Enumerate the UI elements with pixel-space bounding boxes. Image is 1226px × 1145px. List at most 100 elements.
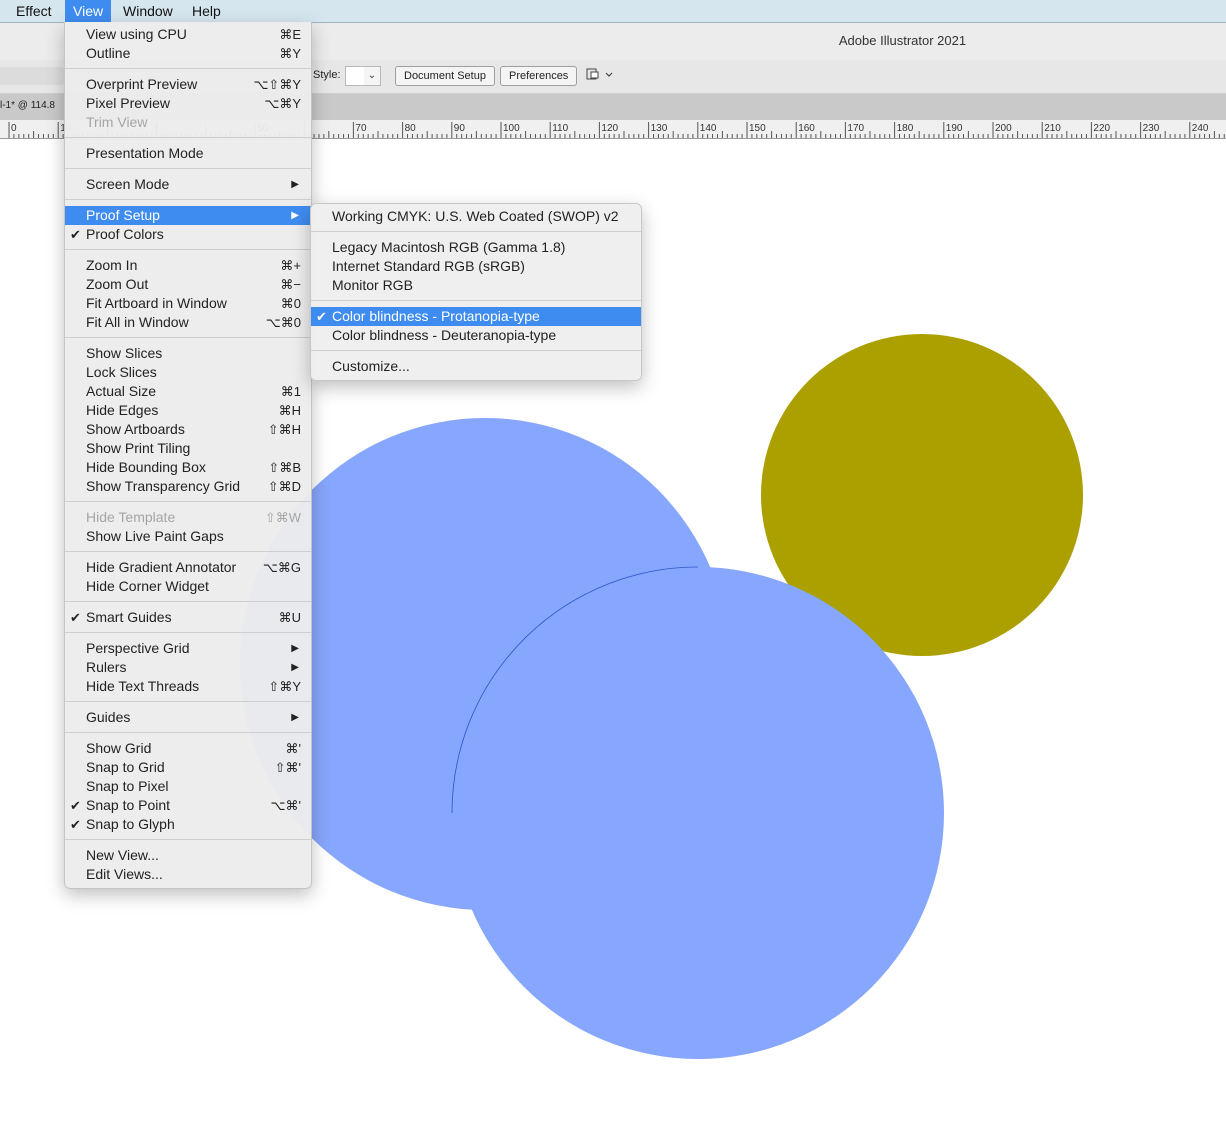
menu-item-edit-views[interactable]: Edit Views... — [65, 865, 311, 884]
submenu-arrow-icon: ▶ — [291, 643, 299, 654]
menu-item-zoom-in[interactable]: Zoom In ⌘+ — [65, 256, 311, 275]
menu-item-rulers[interactable]: Rulers ▶ — [65, 658, 311, 677]
menu-item-outline[interactable]: Outline ⌘Y — [65, 44, 311, 63]
submenu-item-working-cmyk-u-s-web-coated-swop-v2[interactable]: Working CMYK: U.S. Web Coated (SWOP) v2 — [311, 207, 641, 226]
menu-item-shortcut: ⌘E — [279, 27, 301, 42]
menu-window[interactable]: Window — [115, 0, 181, 22]
menu-item-view-using-cpu[interactable]: View using CPU ⌘E — [65, 25, 311, 44]
menu-item-show-grid[interactable]: Show Grid ⌘' — [65, 739, 311, 758]
checkmark-icon: ✔ — [70, 798, 81, 813]
menu-item-snap-to-glyph[interactable]: ✔ Snap to Glyph — [65, 815, 311, 834]
style-dropdown[interactable]: ⌄ — [364, 66, 381, 86]
arrange-documents-icon[interactable] — [586, 67, 616, 83]
submenu-item-label: Customize... — [332, 358, 410, 374]
menu-item-overprint-preview[interactable]: Overprint Preview ⌥⇧⌘Y — [65, 75, 311, 94]
menu-item-hide-bounding-box[interactable]: Hide Bounding Box ⇧⌘B — [65, 458, 311, 477]
checkmark-icon: ✔ — [70, 227, 81, 242]
menu-item-pixel-preview[interactable]: Pixel Preview ⌥⌘Y — [65, 94, 311, 113]
ruler-label: 150 — [749, 123, 766, 134]
menu-item-zoom-out[interactable]: Zoom Out ⌘− — [65, 275, 311, 294]
menu-item-snap-to-point[interactable]: ✔ Snap to Point ⌥⌘' — [65, 796, 311, 815]
ruler-label: 120 — [601, 123, 618, 134]
menu-separator — [65, 601, 311, 602]
menu-item-label: Screen Mode — [86, 176, 170, 192]
menu-item-hide-gradient-annotator[interactable]: Hide Gradient Annotator ⌥⌘G — [65, 558, 311, 577]
menu-item-proof-setup[interactable]: Proof Setup ▶ — [65, 206, 311, 225]
submenu-item-label: Internet Standard RGB (sRGB) — [332, 258, 525, 274]
menu-item-label: View using CPU — [86, 26, 187, 42]
menu-separator — [65, 632, 311, 633]
menu-item-label: Overprint Preview — [86, 76, 198, 92]
menu-item-hide-edges[interactable]: Hide Edges ⌘H — [65, 401, 311, 420]
menu-item-smart-guides[interactable]: ✔ Smart Guides ⌘U — [65, 608, 311, 627]
ruler-label: 140 — [700, 123, 717, 134]
menu-item-guides[interactable]: Guides ▶ — [65, 708, 311, 727]
blue-circle-front[interactable] — [452, 567, 944, 1059]
menu-item-lock-slices[interactable]: Lock Slices — [65, 363, 311, 382]
menu-separator — [65, 68, 311, 69]
menu-item-screen-mode[interactable]: Screen Mode ▶ — [65, 175, 311, 194]
menu-item-label: Zoom Out — [86, 276, 149, 292]
preferences-button[interactable]: Preferences — [500, 66, 578, 86]
menu-item-snap-to-grid[interactable]: Snap to Grid ⇧⌘' — [65, 758, 311, 777]
menu-item-shortcut: ⌘U — [278, 610, 301, 625]
submenu-item-label: Color blindness - Protanopia-type — [332, 308, 540, 324]
menu-item-new-view[interactable]: New View... — [65, 846, 311, 865]
menu-item-label: Fit Artboard in Window — [86, 295, 227, 311]
menu-item-shortcut: ⌘Y — [279, 46, 301, 61]
submenu-arrow-icon: ▶ — [291, 210, 299, 221]
ruler-label: 80 — [405, 123, 417, 134]
submenu-item-color-blindness-deuteranopia-type[interactable]: Color blindness - Deuteranopia-type — [311, 326, 641, 345]
submenu-separator — [311, 350, 641, 351]
submenu-item-customize[interactable]: Customize... — [311, 357, 641, 376]
submenu-item-color-blindness-protanopia-type[interactable]: ✔ Color blindness - Protanopia-type — [311, 307, 641, 326]
menu-item-snap-to-pixel[interactable]: Snap to Pixel — [65, 777, 311, 796]
submenu-item-monitor-rgb[interactable]: Monitor RGB — [311, 276, 641, 295]
menu-item-label: Perspective Grid — [86, 640, 190, 656]
menu-item-label: Snap to Grid — [86, 759, 165, 775]
menu-separator — [65, 732, 311, 733]
menu-item-hide-corner-widget[interactable]: Hide Corner Widget — [65, 577, 311, 596]
menu-item-label: Actual Size — [86, 383, 157, 399]
ruler-label: 210 — [1044, 123, 1061, 134]
menu-item-show-slices[interactable]: Show Slices — [65, 344, 311, 363]
menu-item-actual-size[interactable]: Actual Size ⌘1 — [65, 382, 311, 401]
submenu-arrow-icon: ▶ — [291, 662, 299, 673]
ruler-label: 100 — [503, 123, 520, 134]
menu-item-label: Proof Colors — [86, 226, 164, 242]
menu-item-proof-colors[interactable]: ✔ Proof Colors — [65, 225, 311, 244]
menu-item-fit-artboard-in-window[interactable]: Fit Artboard in Window ⌘0 — [65, 294, 311, 313]
menu-item-show-transparency-grid[interactable]: Show Transparency Grid ⇧⌘D — [65, 477, 311, 496]
menu-item-label: Show Print Tiling — [86, 440, 191, 456]
submenu-item-legacy-macintosh-rgb-gamma-1-8[interactable]: Legacy Macintosh RGB (Gamma 1.8) — [311, 238, 641, 257]
menu-item-show-artboards[interactable]: Show Artboards ⇧⌘H — [65, 420, 311, 439]
menu-help[interactable]: Help — [184, 0, 229, 22]
menu-separator — [65, 168, 311, 169]
menu-item-perspective-grid[interactable]: Perspective Grid ▶ — [65, 639, 311, 658]
menu-item-hide-template: Hide Template ⇧⌘W — [65, 508, 311, 527]
submenu-arrow-icon: ▶ — [291, 712, 299, 723]
menu-item-shortcut: ⌥⌘Y — [264, 96, 301, 111]
style-label: Style: — [313, 69, 341, 81]
menu-effect[interactable]: Effect — [8, 0, 60, 22]
submenu-separator — [311, 300, 641, 301]
control-bar-dropdown[interactable] — [0, 67, 64, 85]
submenu-item-internet-standard-rgb-srgb[interactable]: Internet Standard RGB (sRGB) — [311, 257, 641, 276]
menu-view[interactable]: View — [65, 0, 112, 22]
menu-item-fit-all-in-window[interactable]: Fit All in Window ⌥⌘0 — [65, 313, 311, 332]
document-tab-label[interactable]: l-1* @ 114.8 — [0, 100, 55, 111]
menu-item-label: Hide Bounding Box — [86, 459, 206, 475]
menu-item-hide-text-threads[interactable]: Hide Text Threads ⇧⌘Y — [65, 677, 311, 696]
menu-item-shortcut: ⇧⌘D — [267, 479, 301, 494]
menu-item-shortcut: ⌥⌘0 — [265, 315, 301, 330]
menu-item-label: Trim View — [86, 114, 148, 130]
menu-item-show-live-paint-gaps[interactable]: Show Live Paint Gaps — [65, 527, 311, 546]
chevron-down-icon: ⌄ — [367, 70, 377, 81]
document-setup-button[interactable]: Document Setup — [395, 66, 495, 86]
menu-item-shortcut: ⇧⌘H — [267, 422, 301, 437]
style-swatch[interactable] — [345, 66, 365, 86]
menu-item-presentation-mode[interactable]: Presentation Mode — [65, 144, 311, 163]
menu-item-show-print-tiling[interactable]: Show Print Tiling — [65, 439, 311, 458]
ruler-label: 160 — [798, 123, 815, 134]
menu-item-label: New View... — [86, 847, 159, 863]
